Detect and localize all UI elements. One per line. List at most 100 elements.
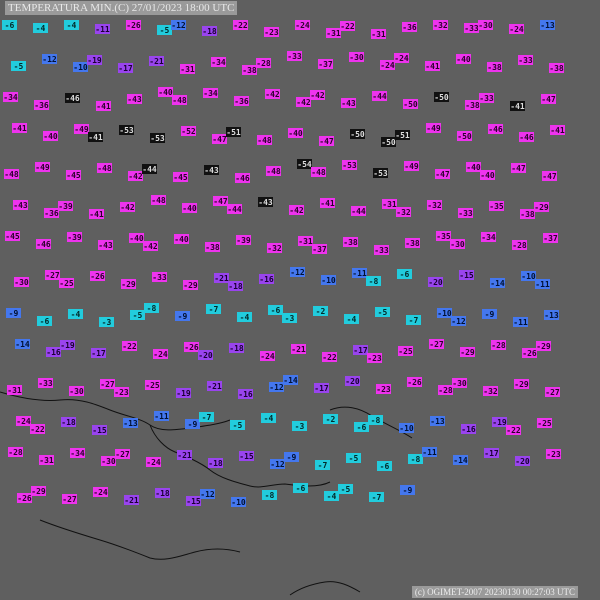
station-value-text: -38 xyxy=(520,210,535,219)
station-value-text: -48 xyxy=(172,96,187,105)
station-value-text: -53 xyxy=(373,169,388,178)
station-value: -29 xyxy=(460,347,475,357)
station-value: -9 xyxy=(284,452,299,462)
station-value: -30 xyxy=(101,456,116,466)
station-value-text: -38 xyxy=(405,239,420,248)
station-value: -4 xyxy=(64,20,79,30)
station-value-text: -15 xyxy=(239,452,254,461)
station-value: -31 xyxy=(39,455,54,465)
station-value: -41 xyxy=(96,101,111,111)
station-value: -18 xyxy=(155,488,170,498)
station-value-text: -9 xyxy=(9,309,19,318)
station-value: -38 xyxy=(405,238,420,248)
station-value-text: -12 xyxy=(42,55,57,64)
station-value-text: -37 xyxy=(312,245,327,254)
station-value: -50 xyxy=(381,137,396,147)
station-value-text: -32 xyxy=(483,387,498,396)
station-value-text: -41 xyxy=(550,126,565,135)
station-value: -18 xyxy=(202,26,217,36)
station-value: -23 xyxy=(546,449,561,459)
station-value: -25 xyxy=(537,418,552,428)
station-value-text: -17 xyxy=(484,449,499,458)
station-value: -10 xyxy=(73,62,88,72)
station-value: -38 xyxy=(487,62,502,72)
station-value: -4 xyxy=(324,491,339,501)
station-value: -53 xyxy=(119,125,134,135)
station-value-text: -43 xyxy=(204,166,219,175)
station-value: -10 xyxy=(399,423,414,433)
station-value: -39 xyxy=(58,201,73,211)
station-value-text: -31 xyxy=(326,29,341,38)
station-value: -23 xyxy=(376,384,391,394)
station-value-text: -29 xyxy=(460,348,475,357)
station-value-text: -6 xyxy=(5,21,15,30)
station-value-text: -36 xyxy=(44,209,59,218)
station-value-text: -42 xyxy=(128,172,143,181)
station-value-text: -22 xyxy=(233,21,248,30)
station-value-text: -40 xyxy=(456,55,471,64)
station-value-text: -10 xyxy=(437,309,452,318)
station-value-text: -38 xyxy=(465,101,480,110)
station-value-text: -34 xyxy=(203,89,218,98)
station-value-text: -21 xyxy=(124,496,139,505)
station-value: -40 xyxy=(466,162,481,172)
station-value: -47 xyxy=(511,163,526,173)
station-value: -15 xyxy=(239,451,254,461)
station-value: -48 xyxy=(257,135,272,145)
station-value: -36 xyxy=(402,22,417,32)
station-value: -30 xyxy=(69,386,84,396)
station-value: -30 xyxy=(349,52,364,62)
station-value-text: -27 xyxy=(429,340,444,349)
station-value-text: -23 xyxy=(114,388,129,397)
station-value-text: -38 xyxy=(242,66,257,75)
station-value: -22 xyxy=(233,20,248,30)
station-value: -15 xyxy=(92,425,107,435)
station-value: -16 xyxy=(238,389,253,399)
station-value-text: -24 xyxy=(153,350,168,359)
station-value-text: -46 xyxy=(65,94,80,103)
station-value-text: -41 xyxy=(320,199,335,208)
station-value-text: -11 xyxy=(535,280,550,289)
station-value-text: -38 xyxy=(205,243,220,252)
station-value-text: -13 xyxy=(540,21,555,30)
station-value: -42 xyxy=(128,171,143,181)
station-value: -6 xyxy=(354,422,369,432)
station-value: -19 xyxy=(60,340,75,350)
station-value-text: -10 xyxy=(521,272,536,281)
station-value-text: -21 xyxy=(207,382,222,391)
station-value-text: -43 xyxy=(98,241,113,250)
station-value: -53 xyxy=(373,168,388,178)
station-value: -16 xyxy=(46,347,61,357)
station-value: -22 xyxy=(506,425,521,435)
station-value-text: -50 xyxy=(381,138,396,147)
station-value: -49 xyxy=(404,161,419,171)
station-value: -21 xyxy=(291,344,306,354)
station-value-text: -23 xyxy=(367,354,382,363)
station-value: -5 xyxy=(130,310,145,320)
station-value: -15 xyxy=(459,270,474,280)
station-value-text: -6 xyxy=(400,270,410,279)
station-value-text: -32 xyxy=(427,201,442,210)
station-value: -12 xyxy=(270,459,285,469)
station-value-text: -41 xyxy=(88,133,103,142)
station-value: -46 xyxy=(488,124,503,134)
station-value: -7 xyxy=(406,315,421,325)
station-value-text: -4 xyxy=(327,492,337,501)
station-value-text: -2 xyxy=(326,415,336,424)
station-value-text: -26 xyxy=(407,378,422,387)
station-value: -12 xyxy=(290,267,305,277)
station-value: -49 xyxy=(426,123,441,133)
station-value-text: -47 xyxy=(511,164,526,173)
station-value: -35 xyxy=(436,231,451,241)
station-value-text: -50 xyxy=(403,100,418,109)
station-value: -38 xyxy=(205,242,220,252)
station-value-text: -47 xyxy=(435,170,450,179)
station-value-text: -40 xyxy=(129,234,144,243)
station-value: -24 xyxy=(16,416,31,426)
station-value-text: -46 xyxy=(519,133,534,142)
station-value: -9 xyxy=(482,309,497,319)
station-value-text: -23 xyxy=(376,385,391,394)
station-value-text: -30 xyxy=(450,240,465,249)
station-value-text: -9 xyxy=(178,312,188,321)
station-value: -13 xyxy=(544,310,559,320)
